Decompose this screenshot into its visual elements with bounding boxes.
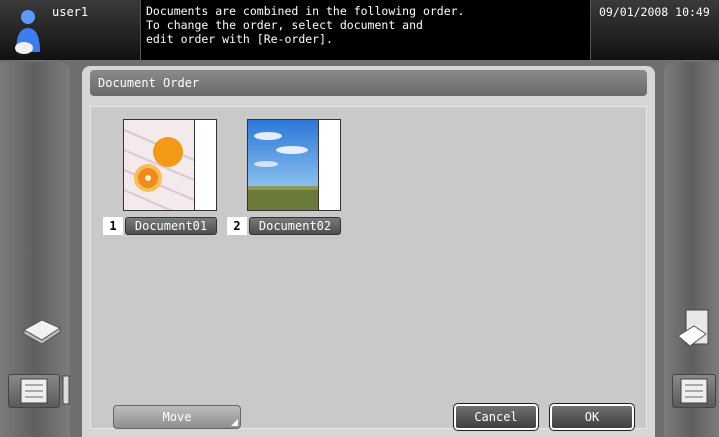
job-list-button[interactable] — [672, 374, 716, 408]
document-name[interactable]: Document02 — [249, 217, 341, 235]
message-line: Documents are combined in the following … — [146, 4, 465, 18]
panel-title: Document Order — [90, 70, 647, 96]
cancel-button[interactable]: Cancel — [453, 403, 539, 431]
message-line: edit order with [Re-order]. — [146, 32, 333, 46]
instruction-message: Documents are combined in the following … — [146, 4, 586, 46]
job-list-icon — [680, 378, 708, 404]
document-item[interactable]: 2 Document02 — [227, 119, 349, 237]
document-thumbnail[interactable] — [247, 119, 341, 211]
user-name: user1 — [52, 5, 89, 19]
header-bar: user1 Documents are combined in the foll… — [0, 0, 719, 60]
document-order-panel: Document Order 1 Document01 2 Document02… — [82, 66, 655, 437]
move-button[interactable]: Move — [113, 405, 241, 429]
corner-indicator-icon — [231, 419, 238, 426]
orange-photo-icon — [124, 120, 195, 210]
message-line: To change the order, select document and — [146, 18, 423, 32]
printer-icon[interactable] — [676, 306, 714, 350]
ok-button[interactable]: OK — [549, 403, 635, 431]
document-list: 1 Document01 2 Document02 Move — [90, 106, 647, 429]
scanner-icon[interactable] — [22, 314, 62, 344]
document-name[interactable]: Document01 — [125, 217, 217, 235]
job-list-button[interactable] — [8, 374, 60, 408]
document-number: 1 — [103, 217, 123, 235]
document-thumbnail[interactable] — [123, 119, 217, 211]
right-side-panel — [664, 62, 719, 437]
job-list-icon — [20, 378, 48, 404]
sky-field-photo-icon — [248, 120, 319, 210]
toner-icon — [62, 375, 70, 405]
user-info: user1 — [0, 0, 141, 60]
datetime-display: 09/01/2008 10:49 — [590, 0, 719, 60]
document-item[interactable]: 1 Document01 — [103, 119, 225, 237]
left-side-panel — [0, 62, 70, 437]
user-icon — [15, 10, 40, 54]
document-number: 2 — [227, 217, 247, 235]
move-button-label: Move — [162, 410, 192, 424]
